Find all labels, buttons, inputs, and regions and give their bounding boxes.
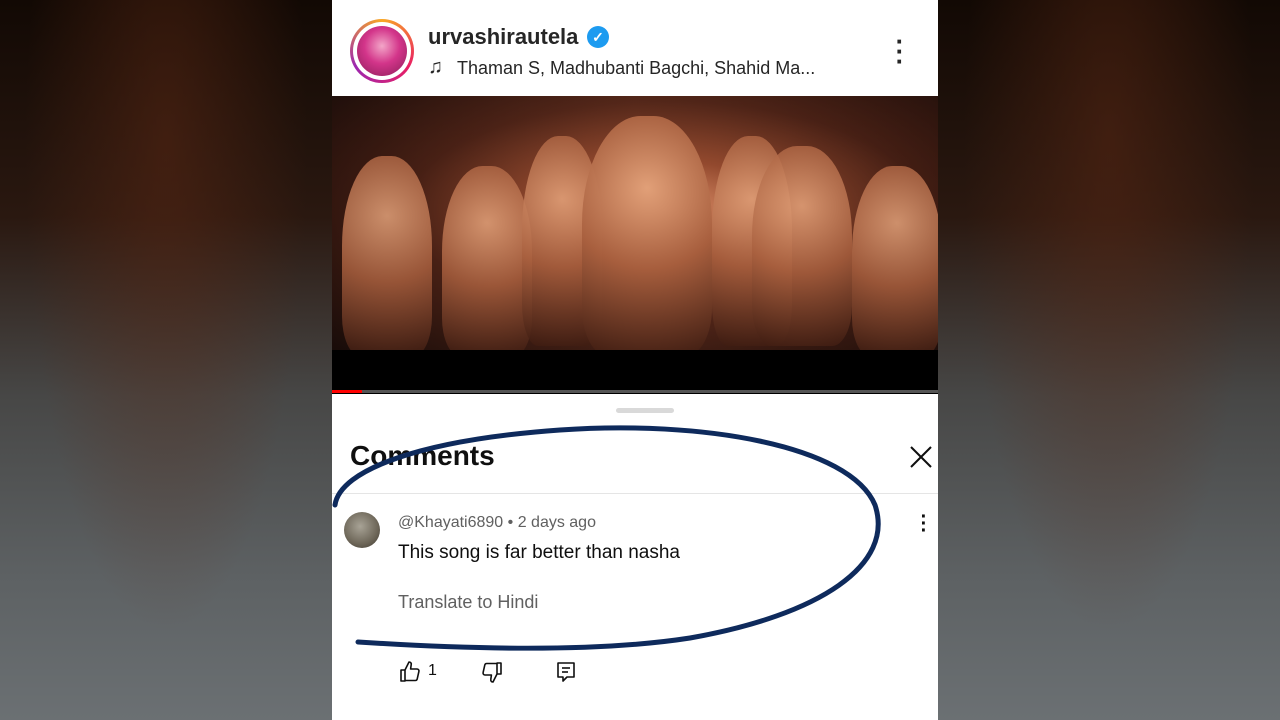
comment-more-icon[interactable]: · · ·: [916, 507, 932, 544]
background-left: [0, 0, 332, 720]
avatar-image: [357, 26, 407, 76]
video-figure: [342, 156, 432, 356]
comments-title: Comments: [350, 440, 495, 471]
background-right: [938, 0, 1280, 720]
avatar-inner: [353, 22, 411, 80]
video-progress-fill: [332, 390, 363, 393]
music-note-icon: ♫: [428, 56, 443, 78]
video-frame: [332, 96, 938, 356]
video-figure: [752, 146, 852, 346]
post-header: urvashirautela ✓ ♫ Thaman S, Madhubanti …: [332, 0, 938, 96]
comments-sheet: Comments @Khayati6890 • 2 days ago This …: [332, 396, 938, 720]
video-player[interactable]: [332, 96, 938, 394]
profile-avatar[interactable]: [350, 19, 414, 83]
comment-meta[interactable]: @Khayati6890 • 2 days ago: [398, 514, 596, 532]
username[interactable]: urvashirautela: [428, 24, 578, 50]
verified-badge-icon: ✓: [587, 26, 609, 48]
thumbs-up-icon[interactable]: [398, 660, 422, 684]
audio-credit[interactable]: Thaman S, Madhubanti Bagchi, Shahid Ma..…: [457, 58, 815, 79]
video-figure: [582, 116, 712, 356]
video-figure: [442, 166, 532, 356]
like-count: 1: [428, 662, 437, 679]
comment-text: This song is far better than nasha: [398, 542, 680, 563]
more-options-icon[interactable]: · · ·: [890, 28, 910, 74]
translate-link[interactable]: Translate to Hindi: [398, 592, 538, 613]
divider: [332, 493, 938, 494]
drag-handle[interactable]: [616, 408, 674, 413]
video-progress-bar[interactable]: [332, 390, 938, 393]
commenter-avatar[interactable]: [344, 512, 380, 548]
video-letterbox: [332, 350, 938, 390]
thumbs-down-icon[interactable]: [480, 660, 504, 684]
reply-icon[interactable]: [554, 660, 578, 684]
close-icon[interactable]: [906, 442, 936, 472]
video-figure: [852, 166, 938, 356]
phone-screen: urvashirautela ✓ ♫ Thaman S, Madhubanti …: [332, 0, 938, 720]
